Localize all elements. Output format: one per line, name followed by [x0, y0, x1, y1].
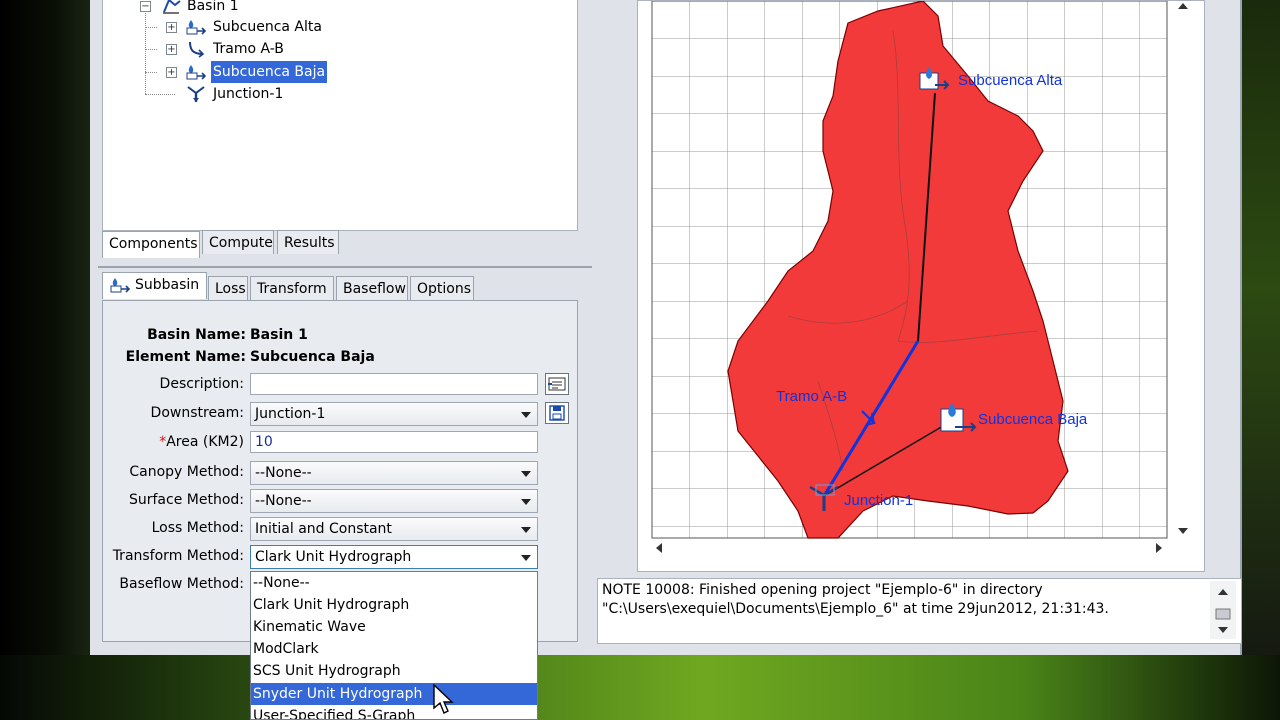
scroll-arrows-icon	[1215, 589, 1231, 633]
tab-label: Results	[284, 235, 335, 251]
map-label-junction: Junction-1	[844, 492, 913, 509]
baseflow-method-label: Baseflow Method:	[119, 576, 244, 592]
chevron-down-icon	[521, 412, 531, 418]
tree-item-subcuenca-baja[interactable]: + Subcuenca Baja	[163, 61, 383, 83]
basin-icon	[163, 0, 181, 14]
tab-results[interactable]: Results	[277, 230, 339, 254]
tab-label: Baseflow	[343, 281, 406, 297]
downstream-value: Junction-1	[255, 406, 326, 422]
dropdown-option[interactable]: SCS Unit Hydrograph	[251, 660, 537, 682]
map-label-subcuenca-alta: Subcuenca Alta	[958, 72, 1063, 89]
element-name-value: Subcuenca Baja	[250, 349, 375, 365]
tree-item-tramo[interactable]: + Tramo A-B	[163, 38, 383, 60]
junction-icon	[187, 86, 205, 102]
transform-method-value: Clark Unit Hydrograph	[255, 549, 412, 565]
chevron-down-icon	[521, 555, 531, 561]
canopy-method-value: --None--	[255, 465, 312, 481]
transform-method-label: Transform Method:	[112, 548, 244, 564]
subbasin-icon	[110, 278, 131, 293]
message-log: NOTE 10008: Finished opening project "Ej…	[597, 578, 1242, 644]
basin-map-canvas[interactable]: Subcuenca Alta Tramo A-B Subcuenca Baja …	[638, 1, 1204, 571]
tab-compute[interactable]: Compute	[202, 230, 274, 254]
tab-components[interactable]: Components	[102, 231, 200, 258]
element-name-label: Element Name:	[125, 349, 246, 365]
panel-divider[interactable]	[98, 266, 592, 268]
downstream-label: Downstream:	[150, 405, 244, 421]
desktop-background-left	[0, 0, 90, 720]
collapse-icon[interactable]: −	[140, 1, 151, 12]
dropdown-option[interactable]: Clark Unit Hydrograph	[251, 594, 537, 616]
basin-tree-panel: − Basin 1 + Subcuenca Alta + Tramo A-B +…	[102, 0, 578, 231]
tab-label: Components	[109, 236, 198, 252]
tree-item-junction[interactable]: Junction-1	[163, 83, 383, 105]
tab-options[interactable]: Options	[410, 276, 474, 300]
scroll-left-icon[interactable]	[656, 543, 662, 553]
message-line: "C:\Users\exequiel\Documents\Ejemplo_6" …	[602, 601, 1109, 617]
desktop-background-bottom	[0, 655, 1280, 720]
dropdown-option[interactable]: Kinematic Wave	[251, 616, 537, 638]
tree-item-label: Basin 1	[187, 0, 239, 14]
area-label-text: Area (KM2)	[166, 434, 244, 450]
transform-method-dropdown[interactable]: --None-- Clark Unit Hydrograph Kinematic…	[250, 571, 538, 720]
reach-icon	[189, 41, 205, 58]
downstream-select[interactable]: Junction-1	[250, 402, 538, 426]
tab-label: Options	[417, 281, 472, 297]
message-line: NOTE 10008: Finished opening project "Ej…	[602, 582, 1043, 598]
tree-item-basin[interactable]: − Basin 1	[137, 0, 337, 17]
mouse-cursor-icon	[433, 684, 454, 714]
dropdown-option-highlighted[interactable]: Snyder Unit Hydrograph	[251, 683, 537, 705]
description-label: Description:	[159, 376, 244, 392]
map-vertical-scrollbar[interactable]	[1172, 1, 1202, 546]
dropdown-option[interactable]: --None--	[251, 572, 537, 594]
expand-icon[interactable]: +	[166, 22, 177, 33]
tree-item-label: Tramo A-B	[213, 41, 284, 57]
tab-label: Transform	[257, 281, 327, 297]
expand-icon[interactable]: +	[166, 67, 177, 78]
description-editor-button[interactable]	[545, 373, 569, 395]
map-label-tramo: Tramo A-B	[776, 388, 847, 405]
chevron-down-icon	[521, 527, 531, 533]
tab-loss[interactable]: Loss	[208, 276, 248, 300]
description-field[interactable]	[250, 373, 538, 395]
tab-baseflow[interactable]: Baseflow	[336, 276, 408, 300]
tab-label: Subbasin	[135, 277, 200, 293]
surface-method-value: --None--	[255, 493, 312, 509]
loss-method-select[interactable]: Initial and Constant	[250, 517, 538, 541]
downstream-select-button[interactable]	[545, 402, 569, 424]
tree-item-label: Junction-1	[213, 86, 284, 102]
canopy-method-select[interactable]: --None--	[250, 461, 538, 485]
tab-label: Loss	[215, 281, 246, 297]
subbasin-icon	[186, 65, 207, 80]
tree-item-label: Subcuenca Alta	[213, 19, 322, 35]
message-scrollbar[interactable]	[1210, 581, 1236, 639]
loss-method-value: Initial and Constant	[255, 521, 392, 537]
scroll-right-icon[interactable]	[1156, 543, 1162, 553]
loss-method-label: Loss Method:	[151, 520, 244, 536]
subbasin-icon	[186, 20, 207, 35]
tab-subbasin[interactable]: Subbasin	[102, 272, 207, 299]
dropdown-option[interactable]: ModClark	[251, 638, 537, 660]
canopy-method-label: Canopy Method:	[129, 464, 244, 480]
surface-method-select[interactable]: --None--	[250, 489, 538, 513]
dropdown-option[interactable]: User-Specified S-Graph	[251, 705, 537, 719]
tree-item-label-selected: Subcuenca Baja	[211, 61, 328, 83]
save-icon	[549, 405, 565, 421]
list-icon	[548, 377, 566, 391]
tab-label: Compute	[209, 235, 273, 251]
area-field[interactable]: 10	[250, 431, 538, 453]
chevron-down-icon	[521, 471, 531, 477]
basin-name-label: Basin Name:	[147, 327, 246, 343]
tree-item-subcuenca-alta[interactable]: + Subcuenca Alta	[163, 16, 383, 38]
chevron-down-icon	[521, 499, 531, 505]
transform-method-select[interactable]: Clark Unit Hydrograph	[250, 545, 538, 569]
expand-icon[interactable]: +	[166, 44, 177, 55]
basin-map-window: Subcuenca Alta Tramo A-B Subcuenca Baja …	[637, 0, 1205, 572]
basin-name-value: Basin 1	[250, 327, 308, 343]
area-label: *Area (KM2)	[120, 434, 244, 450]
tab-transform[interactable]: Transform	[250, 276, 334, 300]
map-label-subcuenca-baja: Subcuenca Baja	[978, 411, 1088, 428]
surface-method-label: Surface Method:	[128, 492, 244, 508]
